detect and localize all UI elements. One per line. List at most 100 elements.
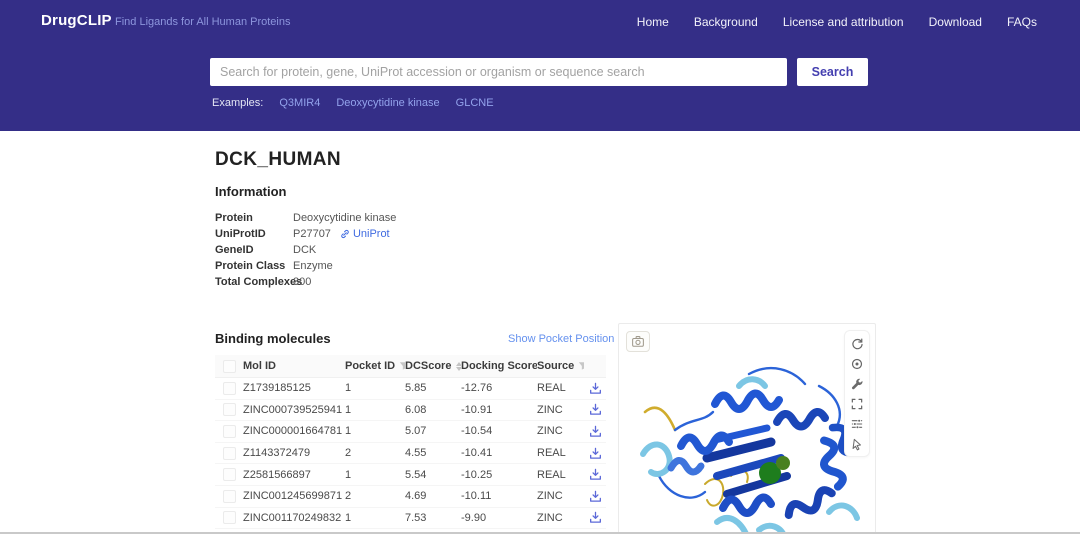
reset-view-icon xyxy=(852,338,863,349)
source-cell: REAL xyxy=(537,382,566,395)
row-checkbox[interactable] xyxy=(222,489,236,503)
field-label: Protein Class xyxy=(215,260,286,272)
viewer-toolbar xyxy=(844,330,870,457)
table-row: Z2581566897 1 5.54 -10.25 REAL xyxy=(215,464,606,486)
info-row-protein: Protein Deoxycytidine kinase xyxy=(215,210,396,226)
binding-molecules-heading: Binding molecules xyxy=(215,331,331,346)
download-button[interactable] xyxy=(589,403,602,416)
pocket-id-cell: 2 xyxy=(345,490,352,503)
docking-score-cell: -10.54 xyxy=(461,425,493,438)
docking-score-cell: -10.91 xyxy=(461,403,493,416)
download-button[interactable] xyxy=(589,490,602,503)
dcscore-cell: 7.53 xyxy=(405,511,427,524)
uniprot-link[interactable]: UniProt xyxy=(340,228,390,240)
example-link-deoxycytidine-kinase[interactable]: Deoxycytidine kinase xyxy=(336,97,439,109)
col-docking-score: Docking Score xyxy=(461,360,537,372)
table-row: ZINC000001664781 1 5.07 -10.54 ZINC xyxy=(215,421,606,443)
camera-icon xyxy=(632,336,644,347)
nav-faqs[interactable]: FAQs xyxy=(1007,15,1037,29)
source-cell: REAL xyxy=(537,447,566,460)
field-value: 300 xyxy=(293,276,312,288)
pocket-id-cell: 1 xyxy=(345,403,352,416)
download-icon xyxy=(589,468,601,480)
source-cell: REAL xyxy=(537,468,566,481)
uniprot-link-label: UniProt xyxy=(352,228,390,240)
download-icon xyxy=(589,382,601,394)
table-row: ZINC001245699871 2 4.69 -10.11 ZINC xyxy=(215,485,606,508)
search-input[interactable] xyxy=(210,58,787,86)
row-checkbox[interactable] xyxy=(222,468,236,482)
binding-molecules-table: Mol ID Pocket ID DCScore Docking Score S… xyxy=(215,355,606,530)
structure-viewer[interactable] xyxy=(618,323,876,534)
col-source: Source xyxy=(537,360,575,372)
wrench-icon xyxy=(852,378,863,389)
show-pocket-position-link[interactable]: Show Pocket Position ? xyxy=(508,333,632,345)
mol-id-cell: Z1739185125 xyxy=(243,382,311,395)
cursor-icon xyxy=(852,438,861,450)
table-body: Z1739185125 1 5.85 -12.76 REAL ZINC00073… xyxy=(215,378,606,530)
row-checkbox[interactable] xyxy=(222,446,236,460)
download-icon xyxy=(589,490,601,502)
search-button[interactable]: Search xyxy=(797,58,868,86)
source-cell: ZINC xyxy=(537,425,563,438)
download-button[interactable] xyxy=(589,447,602,460)
target-settings-button[interactable] xyxy=(846,354,868,373)
field-label: Total Complexes xyxy=(215,276,303,288)
row-checkbox[interactable] xyxy=(222,403,236,417)
mol-id-cell: ZINC000001664781 xyxy=(243,425,343,438)
controls-button[interactable] xyxy=(846,414,868,433)
field-value: Enzyme xyxy=(293,260,333,272)
example-link-q3mir4[interactable]: Q3MIR4 xyxy=(279,97,320,109)
mol-id-cell: Z2581566897 xyxy=(243,468,311,481)
dcscore-cell: 5.07 xyxy=(405,425,427,438)
download-button[interactable] xyxy=(589,382,602,395)
select-all-checkbox[interactable] xyxy=(222,359,236,373)
nav-license[interactable]: License and attribution xyxy=(783,15,904,29)
nav-home[interactable]: Home xyxy=(637,15,669,29)
source-cell: ZINC xyxy=(537,490,563,503)
reset-view-button[interactable] xyxy=(846,334,868,353)
app-tagline: Find Ligands for All Human Proteins xyxy=(115,16,291,28)
examples-label: Examples: xyxy=(212,97,264,109)
field-label: UniProtID xyxy=(215,228,266,240)
mol-id-cell: Z1143372479 xyxy=(243,447,311,460)
example-link-glcne[interactable]: GLCNE xyxy=(456,97,494,109)
pocket-id-cell: 1 xyxy=(345,382,352,395)
source-cell: ZINC xyxy=(537,511,563,524)
source-cell: ZINC xyxy=(537,403,563,416)
pocket-id-cell: 2 xyxy=(345,447,352,460)
selection-mode-button[interactable] xyxy=(846,434,868,453)
protein-3d-structure xyxy=(640,366,860,534)
dcscore-cell: 5.54 xyxy=(405,468,427,481)
nav-download[interactable]: Download xyxy=(929,15,982,29)
information-fields: Protein Deoxycytidine kinase UniProtID P… xyxy=(215,210,396,290)
download-button[interactable] xyxy=(589,468,602,481)
row-checkbox[interactable] xyxy=(222,511,236,525)
download-button[interactable] xyxy=(589,425,602,438)
nav-background[interactable]: Background xyxy=(694,15,758,29)
camera-button[interactable] xyxy=(626,331,650,352)
table-row: ZINC000739525941 1 6.08 -10.91 ZINC xyxy=(215,399,606,422)
dcscore-cell: 4.55 xyxy=(405,447,427,460)
expand-button[interactable] xyxy=(846,394,868,413)
docking-score-cell: -12.76 xyxy=(461,382,493,395)
download-icon xyxy=(589,447,601,459)
table-row: ZINC001170249832 1 7.53 -9.90 ZINC xyxy=(215,507,606,530)
dcscore-cell: 5.85 xyxy=(405,382,427,395)
download-icon xyxy=(589,404,601,416)
sliders-icon xyxy=(851,418,863,429)
mol-id-cell: ZINC001170249832 xyxy=(243,511,342,524)
download-button[interactable] xyxy=(589,511,602,524)
app-logo[interactable]: DrugCLIP xyxy=(41,12,112,29)
filter-icon[interactable] xyxy=(578,361,584,371)
docking-score-cell: -10.41 xyxy=(461,447,493,460)
field-value: DCK xyxy=(293,244,317,256)
pocket-id-cell: 1 xyxy=(345,425,352,438)
main-nav: Home Background License and attribution … xyxy=(637,15,1037,29)
header: DrugCLIP Find Ligands for All Human Prot… xyxy=(0,0,1080,131)
tools-button[interactable] xyxy=(846,374,868,393)
row-checkbox[interactable] xyxy=(222,381,236,395)
download-icon xyxy=(589,425,601,437)
row-checkbox[interactable] xyxy=(222,424,236,438)
dcscore-cell: 4.69 xyxy=(405,490,427,503)
